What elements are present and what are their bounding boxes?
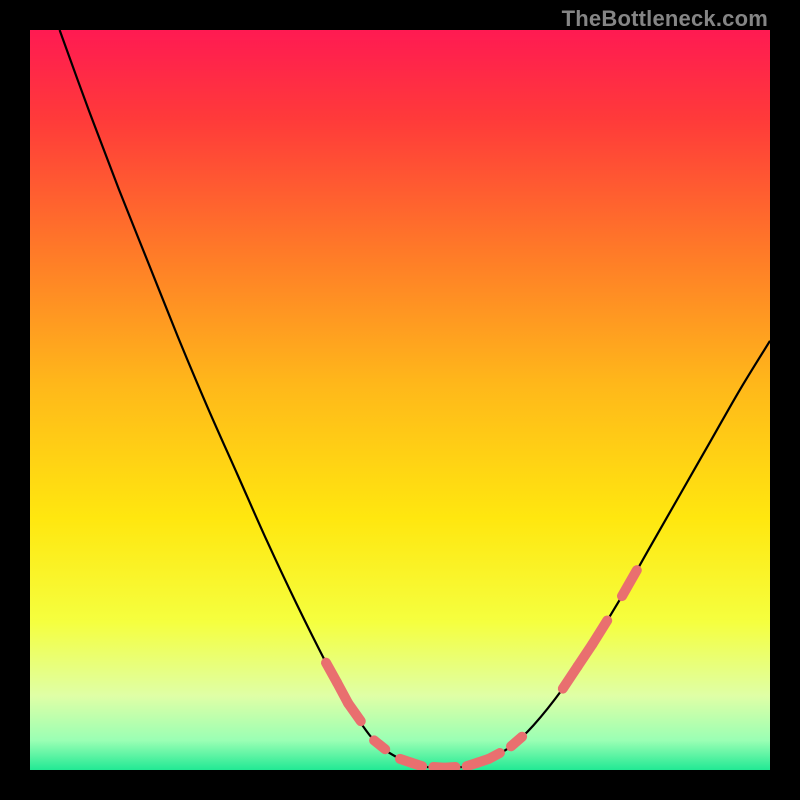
chart-svg: [30, 30, 770, 770]
highlight-segment: [374, 740, 385, 749]
highlight-segment: [489, 753, 500, 759]
bottleneck-chart: [30, 30, 770, 770]
chart-background: [30, 30, 770, 770]
watermark-label: TheBottleneck.com: [562, 6, 768, 32]
highlight-segment: [444, 767, 455, 768]
highlight-segment: [411, 763, 422, 767]
